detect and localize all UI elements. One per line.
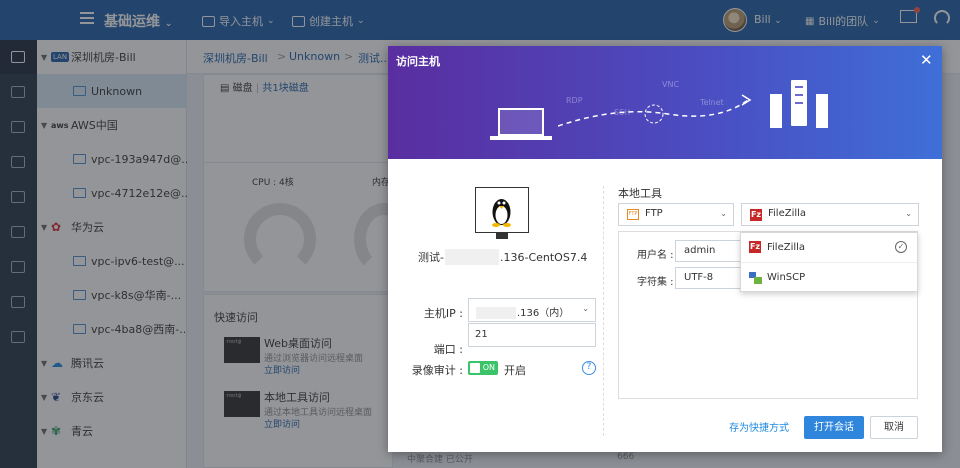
- laptop-base: [490, 136, 552, 140]
- username-label: 用户名 :: [637, 250, 674, 261]
- dialog-header: 访问主机 ✕ RDP SSH VNC Telnet: [388, 46, 942, 159]
- protocol-label: Telnet: [700, 98, 724, 107]
- tool-dropdown-menu: Fz FileZilla ✓ WinSCP: [740, 232, 918, 292]
- close-icon[interactable]: ✕: [920, 51, 933, 69]
- protocol-label: RDP: [566, 96, 583, 105]
- host-info-panel: 测试- .136-CentOS7.4 主机IP : .136（内） ⌄ 端口 :…: [388, 159, 604, 452]
- ftp-icon: FTP: [627, 209, 639, 220]
- access-host-dialog: 访问主机 ✕ RDP SSH VNC Telnet 测试- .136-CentO…: [388, 46, 942, 452]
- username-input[interactable]: admin: [675, 240, 745, 262]
- tool-select[interactable]: Fz FileZilla ⌄: [741, 203, 919, 226]
- audit-state-text: 开启: [504, 364, 526, 377]
- port-input[interactable]: 21: [468, 323, 596, 347]
- port-label: 端口 :: [433, 343, 463, 356]
- protocol-select-value: FTP: [645, 208, 663, 219]
- monitor-stand: [496, 233, 508, 239]
- server-icon: [816, 94, 828, 128]
- open-session-button[interactable]: 打开会话: [804, 416, 864, 439]
- dropdown-option-filezilla[interactable]: Fz FileZilla ✓: [741, 233, 917, 263]
- filezilla-icon: Fz: [749, 241, 761, 253]
- chevron-down-icon: ⌄: [720, 209, 727, 218]
- ip-label: 主机IP :: [423, 307, 463, 320]
- help-icon[interactable]: ?: [582, 361, 596, 375]
- tool-select-value: FileZilla: [768, 208, 807, 219]
- server-icon: [770, 94, 782, 128]
- protocol-label: VNC: [662, 80, 680, 89]
- monitor-icon: [475, 187, 529, 233]
- host-name: 测试- .136-CentOS7.4: [418, 249, 587, 265]
- username-value: admin: [684, 245, 716, 256]
- host-name-suffix: .136-CentOS7.4: [499, 250, 588, 264]
- linux-tux-icon: [492, 199, 511, 227]
- chevron-down-icon: ⌄: [582, 304, 589, 313]
- charset-label: 字符集 :: [637, 277, 674, 288]
- protocol-label: SSH: [614, 108, 631, 117]
- ip-select-value: .136（内）: [517, 308, 570, 319]
- port-value: 21: [475, 329, 488, 340]
- server-icon: [791, 80, 807, 126]
- toggle-state: ON: [482, 363, 495, 372]
- audit-label: 录像审计 :: [411, 364, 463, 377]
- connection-arrow-icon: [558, 94, 752, 127]
- charset-value: UTF-8: [684, 272, 714, 283]
- dropdown-option-winscp[interactable]: WinSCP: [741, 263, 917, 293]
- chevron-down-icon: ⌄: [905, 209, 912, 218]
- host-name-prefix: 测试-: [418, 251, 444, 264]
- audit-toggle[interactable]: ON: [468, 361, 498, 375]
- protocol-select[interactable]: FTP FTP ⌄: [618, 203, 734, 226]
- option-label: FileZilla: [767, 242, 806, 253]
- cancel-button[interactable]: 取消: [870, 416, 918, 439]
- redacted-mask: [444, 249, 499, 265]
- dialog-title: 访问主机: [396, 55, 440, 68]
- laptop-illustration-icon: [498, 108, 544, 136]
- check-icon: ✓: [895, 241, 907, 253]
- save-shortcut-button[interactable]: 存为快捷方式: [726, 418, 792, 441]
- redacted-mask: [476, 307, 516, 319]
- local-tools-panel: 本地工具 FTP FTP ⌄ Fz FileZilla ⌄ 用户名 : admi…: [604, 159, 942, 452]
- winscp-icon: [749, 272, 762, 284]
- local-tools-title: 本地工具: [618, 187, 662, 200]
- filezilla-icon: Fz: [750, 209, 762, 221]
- option-label: WinSCP: [767, 272, 806, 283]
- charset-select[interactable]: UTF-8: [675, 267, 745, 289]
- ip-select[interactable]: .136（内） ⌄: [468, 298, 596, 322]
